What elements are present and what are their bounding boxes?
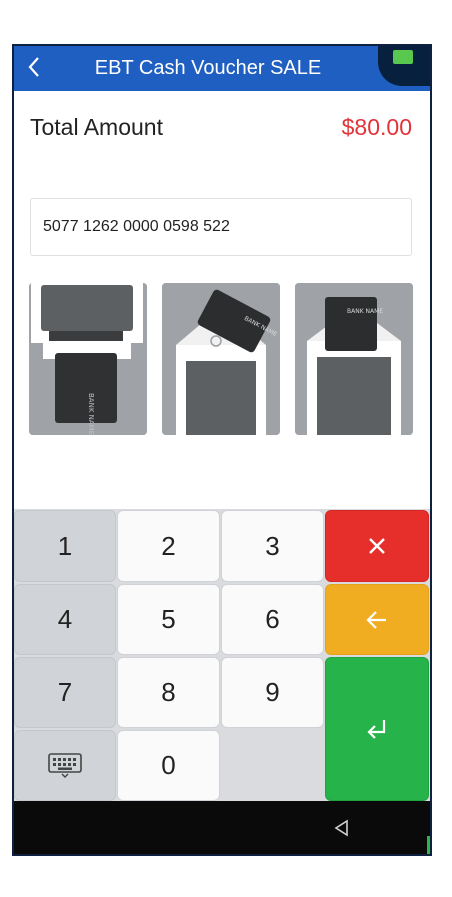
key-4[interactable]: 4 — [14, 584, 116, 655]
backspace-button[interactable] — [325, 584, 429, 655]
nav-back-triangle-icon[interactable] — [332, 818, 352, 838]
chevron-left-icon — [28, 57, 39, 77]
header-bar: EBT Cash Voucher SALE — [14, 46, 430, 91]
card-swipe-bank-text: BANK NAME — [87, 393, 95, 435]
key-9[interactable]: 9 — [221, 657, 324, 728]
enter-icon — [367, 720, 386, 739]
arrow-left-icon — [366, 610, 386, 629]
card-insert-icon: BANK NAME — [295, 283, 413, 435]
card-tap-option[interactable]: BANK NAME — [162, 283, 280, 435]
key-0[interactable]: 0 — [117, 730, 220, 801]
battery-icon — [393, 50, 413, 64]
enter-button[interactable] — [325, 657, 429, 801]
card-swipe-icon: BANK NAME — [29, 283, 147, 435]
total-amount-value: $80.00 — [341, 114, 412, 140]
close-icon — [369, 538, 385, 554]
card-insert-bank-text: BANK NAME — [347, 308, 383, 315]
key-7[interactable]: 7 — [14, 657, 116, 728]
device-frame: EBT Cash Voucher SALE Total Amount $80.0… — [12, 44, 432, 856]
battery-indicator — [378, 46, 430, 86]
key-8[interactable]: 8 — [117, 657, 220, 728]
card-swipe-option[interactable]: BANK NAME — [29, 283, 147, 435]
key-6[interactable]: 6 — [221, 584, 324, 655]
key-2[interactable]: 2 — [117, 510, 220, 582]
key-5[interactable]: 5 — [117, 584, 220, 655]
keyboard-toggle-button[interactable] — [14, 730, 116, 801]
screen: EBT Cash Voucher SALE Total Amount $80.0… — [14, 46, 430, 854]
nav-accent-bar — [427, 836, 430, 854]
card-insert-option[interactable]: BANK NAME — [295, 283, 413, 435]
key-3[interactable]: 3 — [221, 510, 324, 582]
clear-button[interactable] — [325, 510, 429, 582]
key-1[interactable]: 1 — [14, 510, 116, 582]
keyboard-icon — [48, 752, 82, 778]
navigation-bar — [14, 801, 430, 854]
page-title: EBT Cash Voucher SALE — [94, 57, 322, 79]
back-button[interactable] — [20, 50, 48, 84]
total-amount-label: Total Amount — [30, 114, 163, 140]
card-tap-icon: BANK NAME — [162, 283, 280, 435]
card-number-field[interactable]: 5077 1262 0000 0598 522 — [30, 198, 412, 256]
numeric-keypad: 1 2 3 4 5 6 7 8 9 0 — [14, 509, 430, 801]
